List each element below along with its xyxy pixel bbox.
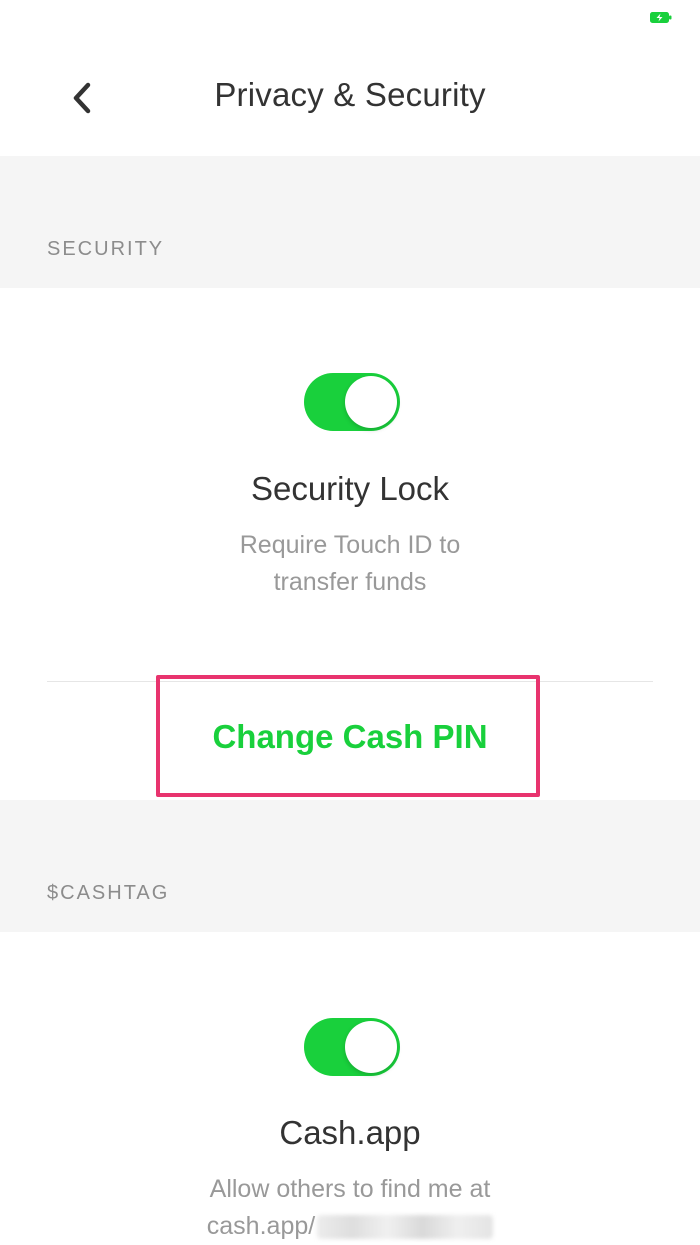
section-header-security: SECURITY: [0, 156, 700, 288]
toggle-knob: [345, 376, 397, 428]
navigation-bar: Privacy & Security: [0, 40, 700, 156]
cash-app-toggle[interactable]: [304, 1018, 400, 1076]
redacted-cashtag: [317, 1215, 494, 1240]
page-title: Privacy & Security: [214, 76, 486, 113]
toggle-knob: [345, 1021, 397, 1073]
cash-app-title: Cash.app: [279, 1114, 421, 1151]
highlight-annotation: [156, 675, 540, 797]
cash-app-description: Allow others to find me at cash.app/: [0, 1171, 700, 1245]
security-lock-title: Security Lock: [250, 470, 450, 507]
security-lock-toggle[interactable]: [304, 373, 400, 431]
status-bar: [0, 0, 700, 40]
section-header-cashtag: $CASHTAG: [0, 800, 700, 932]
battery-charging-icon: [650, 12, 672, 23]
security-lock-description: Require Touch ID to transfer funds: [239, 531, 461, 596]
section-label-cashtag: $CASHTAG: [47, 882, 170, 904]
cash-app-url-prefix: cash.app/: [206, 1212, 316, 1240]
section-label-security: SECURITY: [47, 238, 165, 260]
